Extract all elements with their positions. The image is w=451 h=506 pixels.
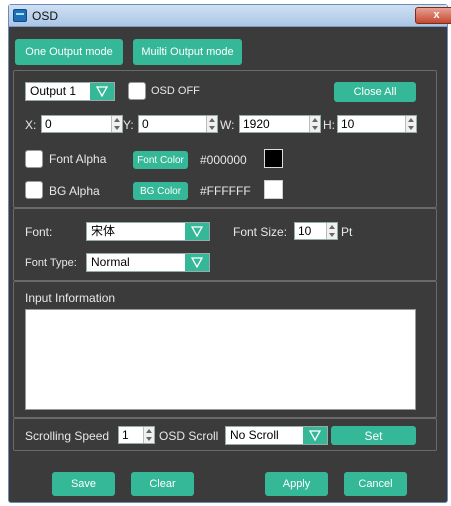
osd-off-label: OSD OFF xyxy=(151,85,200,97)
output-select[interactable]: Output 1 xyxy=(25,82,115,101)
tab-multi-output-mode[interactable]: Muilti Output mode xyxy=(133,39,242,65)
w-spinner[interactable] xyxy=(309,116,320,132)
font-size-spinner[interactable] xyxy=(326,223,337,239)
font-size-label: Font Size: xyxy=(233,225,288,239)
bg-alpha-checkbox[interactable] xyxy=(25,181,43,199)
y-input[interactable]: 0 xyxy=(138,115,218,133)
font-settings-panel: Font: 宋体 Font Size: 10 Pt Font Type: Nor… xyxy=(13,208,437,281)
close-window-button[interactable]: x xyxy=(415,7,451,24)
set-button[interactable]: Set xyxy=(331,426,416,445)
bg-alpha-label: BG Alpha xyxy=(49,184,100,198)
scrolling-speed-spinner[interactable] xyxy=(143,427,154,443)
output-settings-panel: Output 1 OSD OFF Close All X: 0 Y: 0 W: … xyxy=(13,70,437,208)
input-information-label: Input Information xyxy=(25,291,116,305)
save-button[interactable]: Save xyxy=(52,472,115,496)
w-label: W: xyxy=(220,118,235,132)
font-select-value: 宋体 xyxy=(91,224,116,238)
y-label: Y: xyxy=(123,118,134,132)
scrolling-speed-input[interactable]: 1 xyxy=(118,426,155,444)
y-input-value: 0 xyxy=(142,117,149,131)
clear-button[interactable]: Clear xyxy=(131,472,194,496)
font-color-button[interactable]: Font Color xyxy=(133,151,188,169)
osd-dialog: OSD x One Output mode Muilti Output mode… xyxy=(8,4,451,503)
close-icon: x xyxy=(433,9,440,21)
x-input[interactable]: 0 xyxy=(41,115,123,133)
font-color-hex: #000000 xyxy=(200,153,247,167)
font-alpha-checkbox[interactable] xyxy=(25,150,43,168)
font-size-value: 10 xyxy=(298,224,312,238)
font-select[interactable]: 宋体 xyxy=(86,222,210,241)
osd-off-checkbox[interactable] xyxy=(128,82,146,100)
cancel-button[interactable]: Cancel xyxy=(344,472,407,496)
font-type-value: Normal xyxy=(91,255,130,269)
apply-button[interactable]: Apply xyxy=(265,472,328,496)
font-label: Font: xyxy=(25,225,53,239)
osd-scroll-label: OSD Scroll xyxy=(159,429,219,443)
h-input[interactable]: 10 xyxy=(337,115,417,133)
x-label: X: xyxy=(25,118,37,132)
chevron-down-icon xyxy=(185,254,209,271)
osd-scroll-select[interactable]: No Scroll xyxy=(225,426,328,445)
w-input-value: 1920 xyxy=(243,117,270,131)
h-label: H: xyxy=(323,118,335,132)
close-all-button[interactable]: Close All xyxy=(334,82,416,102)
font-type-label: Font Type: xyxy=(25,257,77,269)
x-input-value: 0 xyxy=(45,117,52,131)
title-bar: OSD x xyxy=(9,5,451,27)
output-select-value: Output 1 xyxy=(30,84,77,98)
font-size-unit: Pt xyxy=(341,225,353,239)
font-alpha-label: Font Alpha xyxy=(49,152,107,166)
chevron-down-icon xyxy=(303,427,327,444)
font-size-input[interactable]: 10 xyxy=(294,222,338,240)
h-spinner[interactable] xyxy=(405,116,416,132)
bg-color-hex: #FFFFFF xyxy=(200,184,251,198)
chevron-down-icon xyxy=(90,83,114,100)
scroll-settings-panel: Scrolling Speed 1 OSD Scroll No Scroll S… xyxy=(13,418,437,451)
font-type-select[interactable]: Normal xyxy=(86,253,210,272)
bg-color-swatch[interactable] xyxy=(264,180,283,199)
scrolling-speed-label: Scrolling Speed xyxy=(25,429,110,443)
font-color-swatch[interactable] xyxy=(264,149,283,168)
scrolling-speed-value: 1 xyxy=(122,428,129,442)
osd-scroll-value: No Scroll xyxy=(230,428,279,442)
input-information-textarea[interactable] xyxy=(25,309,416,410)
chevron-down-icon xyxy=(185,223,209,240)
bg-color-button[interactable]: BG Color xyxy=(133,182,188,200)
window-title: OSD xyxy=(32,9,59,23)
y-spinner[interactable] xyxy=(206,116,217,132)
x-spinner[interactable] xyxy=(111,116,122,132)
w-input[interactable]: 1920 xyxy=(239,115,321,133)
h-input-value: 10 xyxy=(341,117,355,131)
input-information-panel: Input Information xyxy=(13,281,437,418)
tab-one-output-mode[interactable]: One Output mode xyxy=(15,39,123,65)
app-icon xyxy=(13,9,27,22)
